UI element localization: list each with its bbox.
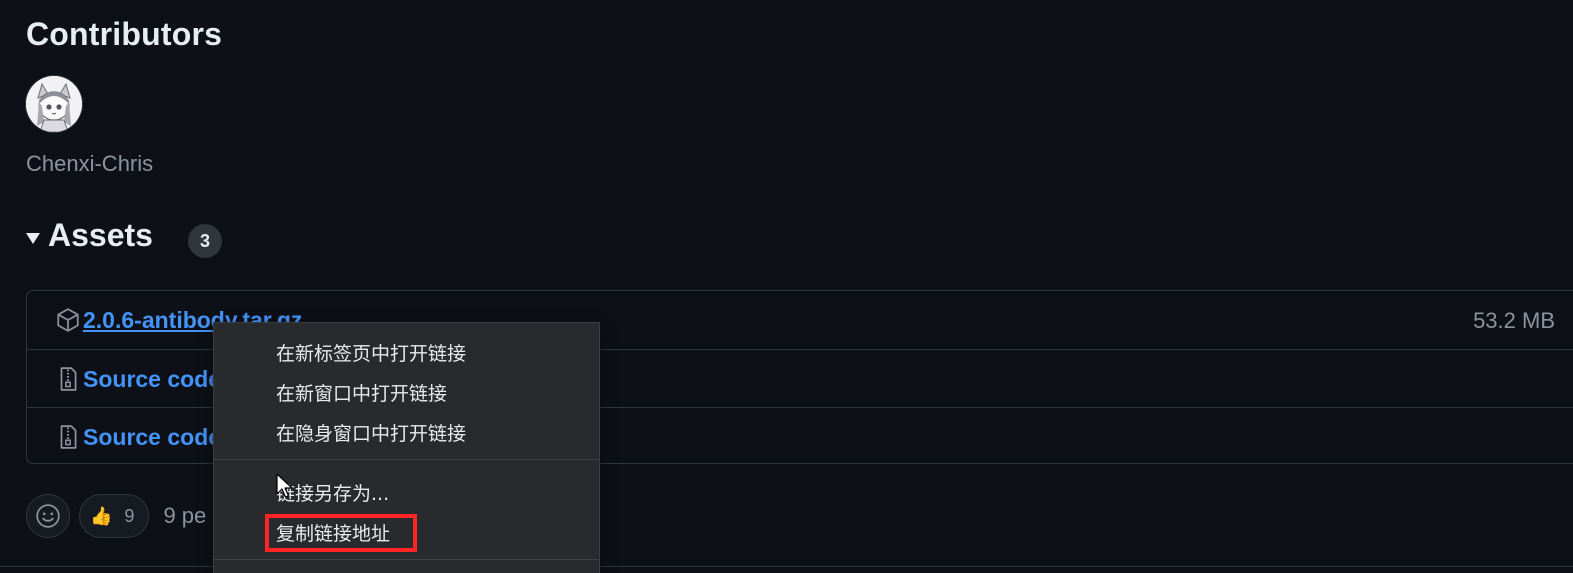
- release-page: Contributors Chenxi-Chris Assets 3 2.0.6…: [0, 0, 1573, 573]
- avatar-image: [26, 76, 82, 132]
- assets-count-badge: 3: [188, 224, 222, 258]
- source-code-targz-link[interactable]: Source code: [83, 424, 221, 451]
- thumbs-up-icon: 👍: [90, 505, 113, 526]
- triangle-down-icon: [26, 233, 40, 244]
- mouse-cursor-icon: [276, 473, 293, 498]
- thumbs-up-reaction[interactable]: 👍 9: [79, 494, 150, 538]
- asset-size: 53.2 MB: [1473, 308, 1555, 333]
- contributor-name[interactable]: Chenxi-Chris: [26, 151, 153, 177]
- reactions-bar: 👍 9 9 pe: [26, 494, 206, 538]
- context-menu: 在新标签页中打开链接 在新窗口中打开链接 在隐身窗口中打开链接 链接另存为...…: [213, 322, 600, 573]
- menu-item-open-in-new-tab[interactable]: 在新标签页中打开链接: [276, 339, 466, 366]
- file-zip-icon: [60, 367, 77, 391]
- package-icon: [57, 308, 79, 332]
- source-code-zip-link[interactable]: Source code: [83, 366, 221, 393]
- smiley-icon: [36, 504, 60, 528]
- menu-item-open-in-incognito[interactable]: 在隐身窗口中打开链接: [276, 419, 466, 446]
- assets-heading: Assets: [48, 217, 153, 253]
- file-zip-icon: [60, 425, 77, 449]
- contributors-heading: Contributors: [26, 16, 223, 52]
- menu-separator: [214, 459, 599, 460]
- menu-separator: [214, 559, 599, 560]
- avatar[interactable]: [26, 76, 82, 132]
- reacted-people-text: 9 pe: [163, 503, 207, 528]
- menu-item-open-in-new-window[interactable]: 在新窗口中打开链接: [276, 379, 447, 406]
- add-reaction-button[interactable]: [26, 494, 70, 538]
- highlight-annotation-box: [265, 514, 417, 552]
- assets-summary-toggle[interactable]: Assets 3: [26, 217, 222, 258]
- thumbs-up-count: 9: [124, 505, 135, 526]
